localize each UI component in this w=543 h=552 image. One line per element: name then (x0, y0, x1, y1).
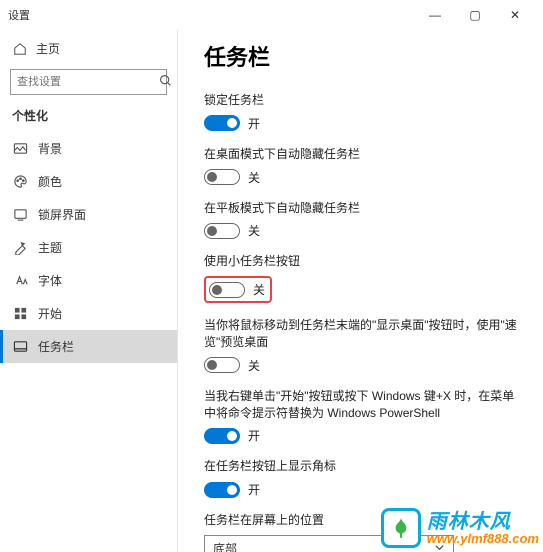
toggle-small-buttons[interactable] (209, 282, 245, 298)
window-title: 设置 (8, 7, 415, 23)
titlebar: 设置 — ▢ ✕ (0, 0, 543, 30)
setting-autohide-tablet: 在平板模式下自动隐藏任务栏 关 (204, 200, 519, 240)
toggle-lock-taskbar[interactable] (204, 115, 240, 131)
setting-label: 在桌面模式下自动隐藏任务栏 (204, 146, 519, 163)
toggle-state-text: 开 (248, 481, 260, 498)
setting-powershell: 当我右键单击"开始"按钮或按下 Windows 键+X 时，在菜单中将命令提示符… (204, 388, 519, 445)
watermark-text: 雨林木风 www.ylmf888.com (427, 512, 539, 545)
setting-badges: 在任务栏按钮上显示角标 开 (204, 458, 519, 498)
sidebar-section-title: 个性化 (0, 103, 177, 132)
toggle-powershell[interactable] (204, 428, 240, 444)
toggle-autohide-desktop[interactable] (204, 169, 240, 185)
content: 主页 个性化 背景 颜色 锁屏界面 主题 字体 (0, 30, 543, 552)
maximize-button[interactable]: ▢ (455, 0, 495, 30)
sidebar-item-label: 锁屏界面 (38, 206, 86, 223)
toggle-state-text: 关 (253, 281, 265, 298)
setting-small-buttons: 使用小任务栏按钮 关 (204, 253, 519, 303)
background-icon (12, 141, 28, 157)
select-value: 底部 (213, 540, 237, 552)
home-label: 主页 (36, 40, 60, 57)
window-controls: — ▢ ✕ (415, 0, 535, 30)
search-box[interactable] (10, 69, 167, 95)
sidebar-item-start[interactable]: 开始 (0, 297, 177, 330)
close-button[interactable]: ✕ (495, 0, 535, 30)
minimize-button[interactable]: — (415, 0, 455, 30)
toggle-peek-desktop[interactable] (204, 357, 240, 373)
toggle-badges[interactable] (204, 482, 240, 498)
sidebar-item-lockscreen[interactable]: 锁屏界面 (0, 198, 177, 231)
search-icon (159, 74, 172, 90)
page-title: 任务栏 (204, 40, 519, 72)
main-panel: 任务栏 锁定任务栏 开 在桌面模式下自动隐藏任务栏 关 在平板模式下自动隐藏任务… (178, 30, 543, 552)
sidebar-item-label: 开始 (38, 305, 62, 322)
toggle-state-text: 开 (248, 427, 260, 444)
sidebar-item-taskbar[interactable]: 任务栏 (0, 330, 177, 363)
sidebar-item-label: 字体 (38, 272, 62, 289)
lockscreen-icon (12, 207, 28, 223)
setting-label: 当你将鼠标移动到任务栏末端的"显示桌面"按钮时，使用"速览"预览桌面 (204, 317, 519, 351)
sidebar-item-colors[interactable]: 颜色 (0, 165, 177, 198)
home-link[interactable]: 主页 (0, 34, 177, 63)
toggle-autohide-tablet[interactable] (204, 223, 240, 239)
watermark-logo-icon (381, 508, 421, 548)
search-input[interactable] (17, 76, 159, 88)
sidebar-item-label: 主题 (38, 239, 62, 256)
sidebar-item-fonts[interactable]: 字体 (0, 264, 177, 297)
colors-icon (12, 174, 28, 190)
toggle-state-text: 关 (248, 357, 260, 374)
setting-label: 锁定任务栏 (204, 92, 519, 109)
sidebar-item-themes[interactable]: 主题 (0, 231, 177, 264)
setting-peek-desktop: 当你将鼠标移动到任务栏末端的"显示桌面"按钮时，使用"速览"预览桌面 关 (204, 317, 519, 374)
sidebar-item-label: 背景 (38, 140, 62, 157)
watermark-cn: 雨林木风 (427, 512, 539, 532)
setting-label: 在平板模式下自动隐藏任务栏 (204, 200, 519, 217)
sidebar-item-background[interactable]: 背景 (0, 132, 177, 165)
window-title-text: 设置 (8, 7, 30, 23)
setting-autohide-desktop: 在桌面模式下自动隐藏任务栏 关 (204, 146, 519, 186)
watermark-url: www.ylmf888.com (427, 532, 539, 545)
sidebar-item-label: 任务栏 (38, 338, 74, 355)
fonts-icon (12, 273, 28, 289)
sidebar-item-label: 颜色 (38, 173, 62, 190)
setting-label: 在任务栏按钮上显示角标 (204, 458, 519, 475)
highlight-annotation: 关 (204, 276, 272, 303)
start-icon (12, 306, 28, 322)
themes-icon (12, 240, 28, 256)
watermark: 雨林木风 www.ylmf888.com (381, 508, 539, 548)
home-icon (12, 41, 28, 57)
setting-label: 使用小任务栏按钮 (204, 253, 519, 270)
toggle-state-text: 关 (248, 169, 260, 186)
toggle-state-text: 关 (248, 222, 260, 239)
setting-lock-taskbar: 锁定任务栏 开 (204, 92, 519, 132)
taskbar-icon (12, 339, 28, 355)
sidebar: 主页 个性化 背景 颜色 锁屏界面 主题 字体 (0, 30, 178, 552)
setting-label: 当我右键单击"开始"按钮或按下 Windows 键+X 时，在菜单中将命令提示符… (204, 388, 519, 422)
toggle-state-text: 开 (248, 115, 260, 132)
